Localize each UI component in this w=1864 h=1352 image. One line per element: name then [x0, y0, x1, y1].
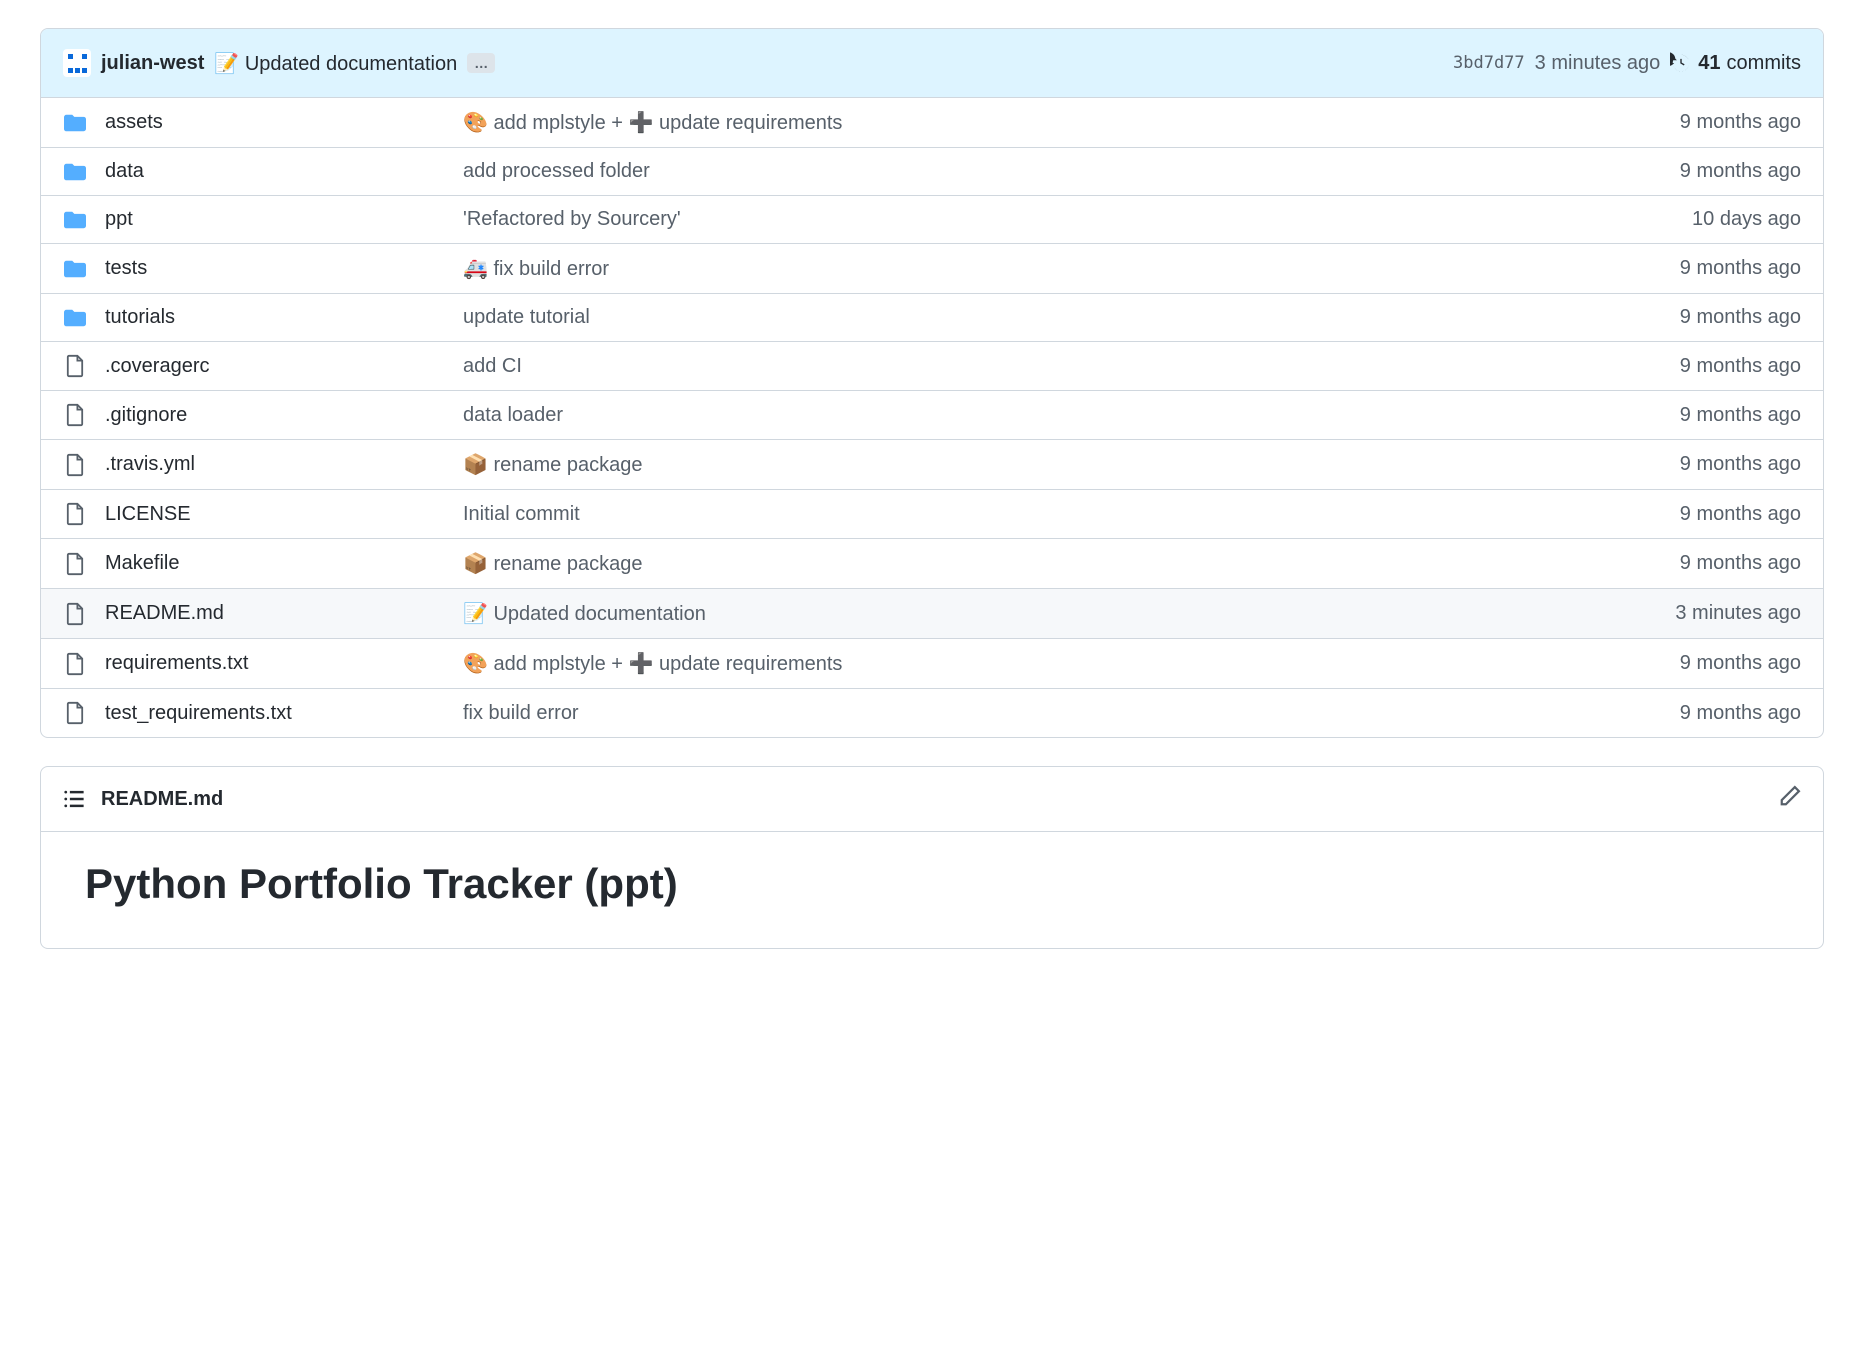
file-icon [63, 602, 87, 626]
file-listing: julian-west 📝 Updated documentation … 3b… [40, 28, 1824, 738]
file-name-link[interactable]: LICENSE [105, 503, 191, 525]
commit-message-link[interactable]: 📝 Updated documentation [214, 51, 457, 76]
file-commit-message-link[interactable]: 📦 rename package [463, 454, 642, 476]
file-commit-message-link[interactable]: 🚑 fix build error [463, 258, 609, 280]
file-time: 9 months ago [1680, 404, 1801, 427]
file-time: 9 months ago [1680, 702, 1801, 725]
file-commit-message-link[interactable]: fix build error [463, 702, 579, 724]
file-icon [63, 502, 87, 526]
latest-commit-header: julian-west 📝 Updated documentation … 3b… [41, 29, 1823, 98]
file-time: 9 months ago [1680, 111, 1801, 134]
readme-panel: README.md Python Portfolio Tracker (ppt) [40, 766, 1824, 949]
file-icon [63, 453, 87, 477]
folder-icon [63, 161, 87, 183]
file-row: Makefile 📦 rename package 9 months ago [41, 539, 1823, 589]
file-name-link[interactable]: test_requirements.txt [105, 702, 292, 724]
file-commit-message-link[interactable]: 📝 Updated documentation [463, 603, 706, 625]
file-commit-message-link[interactable]: update tutorial [463, 306, 590, 328]
file-commit-message-link[interactable]: 'Refactored by Sourcery' [463, 208, 681, 230]
file-row: tutorials update tutorial 9 months ago [41, 294, 1823, 342]
commit-count: 41 [1698, 52, 1720, 75]
commits-history-link[interactable]: 41 commits [1670, 52, 1801, 75]
folder-icon [63, 112, 87, 134]
file-row: ppt 'Refactored by Sourcery' 10 days ago [41, 196, 1823, 244]
file-name-link[interactable]: .gitignore [105, 404, 187, 426]
file-row: .coveragerc add CI 9 months ago [41, 342, 1823, 391]
file-name-link[interactable]: requirements.txt [105, 652, 248, 674]
history-icon [1670, 52, 1692, 74]
edit-readme-button[interactable] [1779, 785, 1801, 813]
file-icon [63, 652, 87, 676]
file-row: requirements.txt 🎨 add mplstyle + ➕ updat… [41, 639, 1823, 689]
file-commit-message-link[interactable]: data loader [463, 404, 563, 426]
file-row: test_requirements.txt fix build error 9 mo… [41, 689, 1823, 737]
file-time: 3 minutes ago [1675, 602, 1801, 625]
file-time: 9 months ago [1680, 257, 1801, 280]
file-time: 9 months ago [1680, 160, 1801, 183]
file-row: LICENSE Initial commit 9 months ago [41, 490, 1823, 539]
file-time: 9 months ago [1680, 355, 1801, 378]
file-commit-message-link[interactable]: 📦 rename package [463, 553, 642, 575]
file-icon [63, 403, 87, 427]
file-commit-message-link[interactable]: add CI [463, 355, 522, 377]
file-name-link[interactable]: README.md [105, 602, 224, 624]
file-name-link[interactable]: tests [105, 257, 147, 279]
folder-icon [63, 258, 87, 280]
file-commit-message-link[interactable]: 🎨 add mplstyle + ➕ update requirements [463, 112, 842, 134]
file-commit-message-link[interactable]: Initial commit [463, 503, 580, 525]
file-name-link[interactable]: tutorials [105, 306, 175, 328]
commit-time-link[interactable]: 3 minutes ago [1535, 52, 1661, 75]
readme-header: README.md [41, 767, 1823, 832]
file-icon [63, 552, 87, 576]
file-row: README.md 📝 Updated documentation 3 minute… [41, 589, 1823, 639]
file-name-link[interactable]: data [105, 160, 144, 182]
file-row: .travis.yml 📦 rename package 9 months ago [41, 440, 1823, 490]
file-time: 10 days ago [1692, 208, 1801, 231]
file-name-link[interactable]: assets [105, 111, 163, 133]
file-row: data add processed folder 9 months ago [41, 148, 1823, 196]
file-time: 9 months ago [1680, 552, 1801, 575]
file-commit-message-link[interactable]: 🎨 add mplstyle + ➕ update requirements [463, 653, 842, 675]
file-name-link[interactable]: .travis.yml [105, 453, 195, 475]
file-name-link[interactable]: Makefile [105, 552, 179, 574]
readme-filename-link[interactable]: README.md [101, 788, 1763, 811]
readme-body: Python Portfolio Tracker (ppt) [41, 832, 1823, 948]
avatar[interactable] [63, 49, 91, 77]
file-time: 9 months ago [1680, 306, 1801, 329]
file-icon [63, 701, 87, 725]
commit-ellipsis-button[interactable]: … [467, 53, 495, 73]
file-row: .gitignore data loader 9 months ago [41, 391, 1823, 440]
commits-word: commits [1727, 52, 1801, 75]
file-name-link[interactable]: .coveragerc [105, 355, 210, 377]
file-row: tests 🚑 fix build error 9 months ago [41, 244, 1823, 294]
file-time: 9 months ago [1680, 503, 1801, 526]
file-commit-message-link[interactable]: add processed folder [463, 160, 650, 182]
file-time: 9 months ago [1680, 652, 1801, 675]
file-name-link[interactable]: ppt [105, 208, 133, 230]
file-time: 9 months ago [1680, 453, 1801, 476]
commit-sha-link[interactable]: 3bd7d77 [1453, 53, 1525, 73]
author-link[interactable]: julian-west [101, 52, 204, 75]
file-icon [63, 354, 87, 378]
folder-icon [63, 307, 87, 329]
readme-heading: Python Portfolio Tracker (ppt) [85, 860, 1779, 908]
list-icon [63, 788, 85, 810]
pencil-icon [1779, 785, 1801, 807]
folder-icon [63, 209, 87, 231]
file-row: assets 🎨 add mplstyle + ➕ update requirem… [41, 98, 1823, 148]
